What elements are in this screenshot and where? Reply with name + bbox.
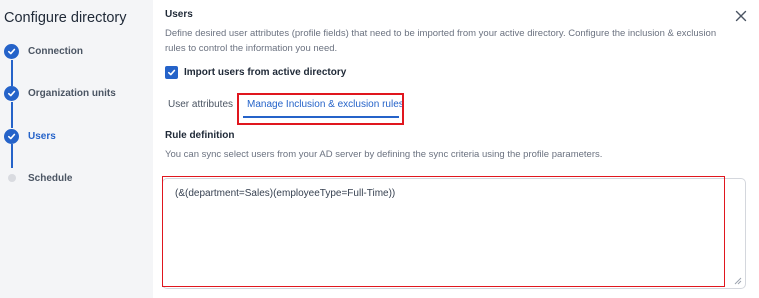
tab-user-attributes[interactable]: User attributes [168,99,233,110]
step-label: Organization units [28,87,116,99]
rule-definition-textarea[interactable]: (&(department=Sales)(employeeType=Full-T… [162,178,746,289]
sidebar-title: Configure directory [4,10,127,26]
check-icon [4,43,19,59]
rule-definition-value[interactable]: (&(department=Sales)(employeeType=Full-T… [175,188,395,199]
resize-handle-icon[interactable] [734,277,742,285]
step-users[interactable]: Users [4,127,56,145]
import-users-checkbox[interactable]: Import users from active directory [165,66,346,79]
pending-dot-icon [7,174,16,182]
section-title: Users [165,9,193,20]
check-icon [167,69,176,76]
step-connector [11,60,13,86]
step-schedule[interactable]: Schedule [4,169,72,187]
check-icon [4,85,19,101]
step-label: Users [28,130,56,142]
close-icon [735,10,747,22]
check-icon [4,128,19,144]
checkbox-checked[interactable] [165,66,178,79]
step-connection[interactable]: Connection [4,42,83,60]
step-connector [11,102,13,128]
rule-definition-title: Rule definition [165,130,235,141]
step-connector [11,144,13,168]
tab-highlight-box [237,93,404,125]
main-panel: Users Define desired user attributes (pr… [153,0,759,298]
step-label: Connection [28,45,83,57]
step-organization-units[interactable]: Organization units [4,84,116,102]
step-label: Schedule [28,172,73,184]
checkbox-label: Import users from active directory [184,67,347,78]
close-button[interactable] [733,8,749,24]
section-description: Define desired user attributes (profile … [165,28,717,54]
rule-definition-description: You can sync select users from your AD s… [165,149,603,160]
sidebar: Configure directory Connection Organizat… [0,0,153,298]
